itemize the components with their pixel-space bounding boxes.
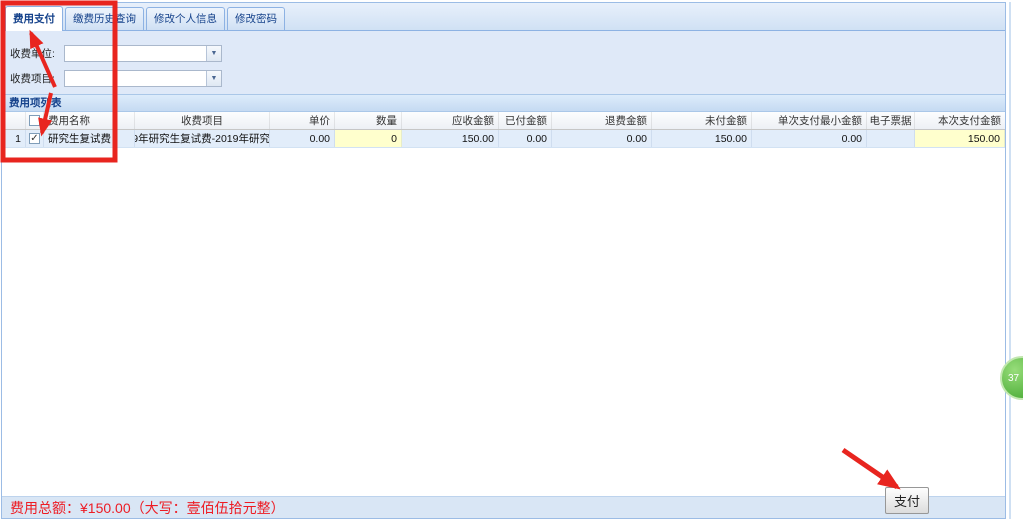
- cell-paid: 0.00: [499, 130, 552, 147]
- tab-change-password[interactable]: 修改密码: [227, 7, 285, 30]
- select-all-checkbox[interactable]: [29, 115, 40, 126]
- col-e-invoice[interactable]: 电子票据: [867, 112, 915, 129]
- cell-fee-name: 研究生复试费: [44, 130, 135, 147]
- app-window: 费用支付 缴费历史查询 修改个人信息 修改密码 收费单位: ▼ 收费项目: ▼: [1, 2, 1006, 519]
- tab-payment-history[interactable]: 缴费历史查询: [65, 7, 144, 30]
- row-checkbox-cell: ✓: [26, 130, 44, 147]
- table-row[interactable]: 1 ✓ 研究生复试费 2019年研究生复试费-2019年研究生... 0.00 …: [2, 130, 1005, 148]
- fee-total-text: 费用总额：¥150.00（大写：壹佰伍拾元整）: [10, 498, 285, 518]
- chevron-down-icon[interactable]: ▼: [206, 46, 221, 61]
- badge-number: 37: [1008, 373, 1019, 384]
- cell-min-single-payment: 0.00: [752, 130, 867, 147]
- footer-bar: 费用总额：¥150.00（大写：壹佰伍拾元整）: [2, 496, 1005, 518]
- col-paid[interactable]: 已付金额: [499, 112, 552, 129]
- select-all-checkbox-cell: [26, 112, 44, 129]
- cell-unpaid: 150.00: [652, 130, 752, 147]
- cell-e-invoice: [867, 130, 915, 147]
- col-unit-price[interactable]: 单价: [270, 112, 335, 129]
- col-refund[interactable]: 退费金额: [552, 112, 652, 129]
- tab-fee-payment[interactable]: 费用支付: [5, 6, 63, 31]
- charge-unit-combobox[interactable]: ▼: [64, 45, 222, 62]
- cell-current-payment[interactable]: 150.00: [915, 130, 1005, 147]
- row-checkbox-checked[interactable]: ✓: [29, 133, 40, 144]
- page: 费用支付 缴费历史查询 修改个人信息 修改密码 收费单位: ▼ 收费项目: ▼: [0, 0, 1023, 523]
- grid-header-row: 费用名称 收费项目 单价 数量 应收金额 已付金额 退费金额 未付金额 单次支付…: [2, 112, 1005, 130]
- cell-quantity[interactable]: 0: [335, 130, 402, 147]
- cell-item: 2019年研究生复试费-2019年研究生...: [135, 130, 270, 147]
- col-quantity[interactable]: 数量: [335, 112, 402, 129]
- col-min-single-payment[interactable]: 单次支付最小金额: [752, 112, 867, 129]
- tab-edit-personal-info[interactable]: 修改个人信息: [146, 7, 225, 30]
- row-number: 1: [2, 130, 26, 147]
- col-item[interactable]: 收费项目: [135, 112, 270, 129]
- col-unpaid[interactable]: 未付金额: [652, 112, 752, 129]
- cell-unit-price: 0.00: [270, 130, 335, 147]
- pay-button[interactable]: 支付: [885, 487, 929, 514]
- fee-list-title: 费用项列表: [2, 94, 1005, 112]
- charge-unit-input[interactable]: [65, 46, 206, 61]
- row-number-header: [2, 112, 26, 129]
- charge-item-label: 收费项目:: [10, 71, 55, 86]
- col-receivable[interactable]: 应收金额: [402, 112, 499, 129]
- charge-unit-label: 收费单位:: [10, 46, 55, 61]
- charge-item-combobox[interactable]: ▼: [64, 70, 222, 87]
- tab-bar: 费用支付 缴费历史查询 修改个人信息 修改密码: [2, 3, 1005, 31]
- charge-item-input[interactable]: [65, 71, 206, 86]
- chevron-down-icon[interactable]: ▼: [206, 71, 221, 86]
- cell-refund: 0.00: [552, 130, 652, 147]
- col-fee-name[interactable]: 费用名称: [44, 112, 135, 129]
- right-border-strip: [1009, 2, 1011, 519]
- fee-query-form: 收费单位: ▼ 收费项目: ▼: [2, 31, 1005, 94]
- cell-receivable: 150.00: [402, 130, 499, 147]
- col-current-payment[interactable]: 本次支付金额: [915, 112, 1005, 129]
